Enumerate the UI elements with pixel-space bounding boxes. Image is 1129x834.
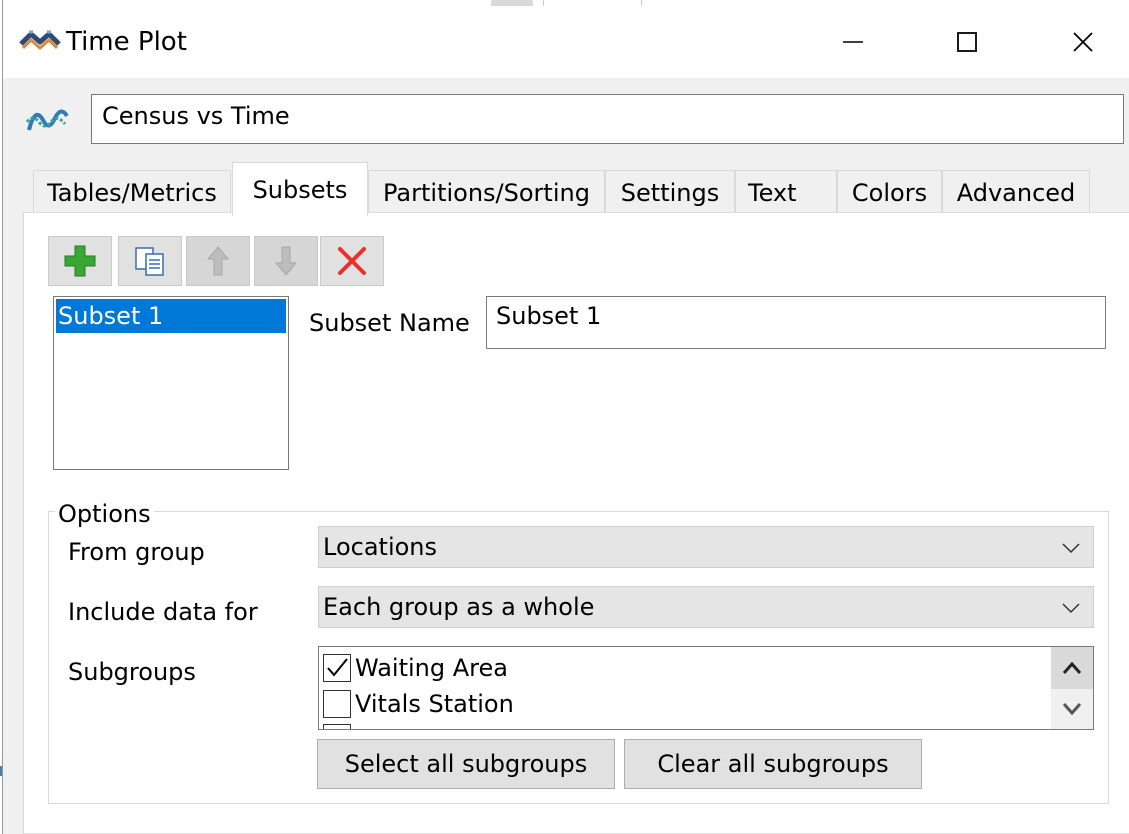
- tab-partitions-sorting[interactable]: Partitions/Sorting: [368, 170, 605, 214]
- tab-text[interactable]: Text: [735, 170, 837, 214]
- scrollbar[interactable]: [1051, 647, 1093, 729]
- minimize-button[interactable]: [823, 14, 883, 70]
- from-group-value: Locations: [323, 533, 438, 561]
- subgroups-label: Subgroups: [68, 658, 196, 686]
- subgroup-label: Waiting Area: [355, 654, 508, 682]
- subgroup-item-partial: [323, 721, 355, 729]
- checkbox[interactable]: [323, 654, 351, 682]
- checkbox[interactable]: [323, 690, 351, 718]
- move-up-button[interactable]: [186, 236, 250, 286]
- plot-name-input[interactable]: Census vs Time: [91, 94, 1124, 144]
- subgroups-checklist[interactable]: Waiting Area Vitals Station: [318, 646, 1094, 730]
- options-legend: Options: [55, 499, 154, 529]
- plus-icon: [64, 245, 96, 277]
- include-data-for-label: Include data for: [68, 598, 258, 626]
- from-group-select[interactable]: Locations: [318, 526, 1094, 568]
- close-button[interactable]: [1053, 14, 1113, 70]
- include-data-for-value: Each group as a whole: [323, 593, 595, 621]
- include-data-for-select[interactable]: Each group as a whole: [318, 586, 1094, 628]
- copy-icon: [135, 247, 164, 276]
- window-title: Time Plot: [66, 27, 187, 57]
- move-down-button[interactable]: [254, 236, 318, 286]
- x-icon: [338, 247, 366, 275]
- app-logo-icon: [19, 30, 61, 51]
- tab-advanced[interactable]: Advanced: [942, 170, 1090, 214]
- tab-settings[interactable]: Settings: [605, 170, 735, 214]
- arrow-up-icon: [206, 246, 230, 276]
- chevron-down-icon: [1062, 703, 1082, 716]
- scroll-up-button[interactable]: [1051, 647, 1093, 689]
- subset-list[interactable]: Subset 1: [53, 296, 289, 470]
- select-all-subgroups-button[interactable]: Select all subgroups: [317, 739, 615, 789]
- scroll-down-button[interactable]: [1051, 689, 1093, 729]
- duplicate-subset-button[interactable]: [118, 236, 182, 286]
- subgroup-label: Vitals Station: [355, 690, 514, 718]
- arrow-down-icon: [274, 246, 298, 276]
- maximize-button[interactable]: [937, 14, 997, 70]
- add-subset-button[interactable]: [48, 236, 112, 286]
- tab-subsets[interactable]: Subsets: [232, 162, 368, 216]
- tab-colors[interactable]: Colors: [837, 170, 942, 214]
- chevron-up-icon: [1062, 661, 1082, 674]
- clear-all-subgroups-button[interactable]: Clear all subgroups: [624, 739, 922, 789]
- chevron-down-icon: [1062, 603, 1080, 614]
- chevron-down-icon: [1062, 543, 1080, 554]
- time-plot-window: Time Plot Census vs Time Tables/Metrics …: [2, 0, 1129, 834]
- tab-bar: Tables/Metrics Subsets Partitions/Sortin…: [3, 162, 1129, 216]
- from-group-label: From group: [68, 538, 205, 566]
- maximize-icon: [957, 32, 977, 52]
- background-edge: [0, 766, 2, 776]
- subgroup-item-vitals-station[interactable]: Vitals Station: [323, 687, 514, 721]
- subset-name-label: Subset Name: [309, 309, 470, 337]
- close-icon: [1073, 32, 1093, 52]
- subgroup-item-waiting-area[interactable]: Waiting Area: [323, 651, 508, 685]
- tab-tables-metrics[interactable]: Tables/Metrics: [33, 170, 231, 214]
- checkmark-icon: [327, 658, 348, 677]
- delete-subset-button[interactable]: [320, 236, 384, 286]
- subset-name-input[interactable]: Subset 1: [486, 296, 1106, 349]
- checkbox[interactable]: [323, 724, 351, 729]
- list-item[interactable]: Subset 1: [56, 299, 286, 333]
- minimize-icon: [843, 41, 863, 43]
- time-plot-icon: [25, 109, 69, 131]
- title-bar: Time Plot: [3, 6, 1129, 78]
